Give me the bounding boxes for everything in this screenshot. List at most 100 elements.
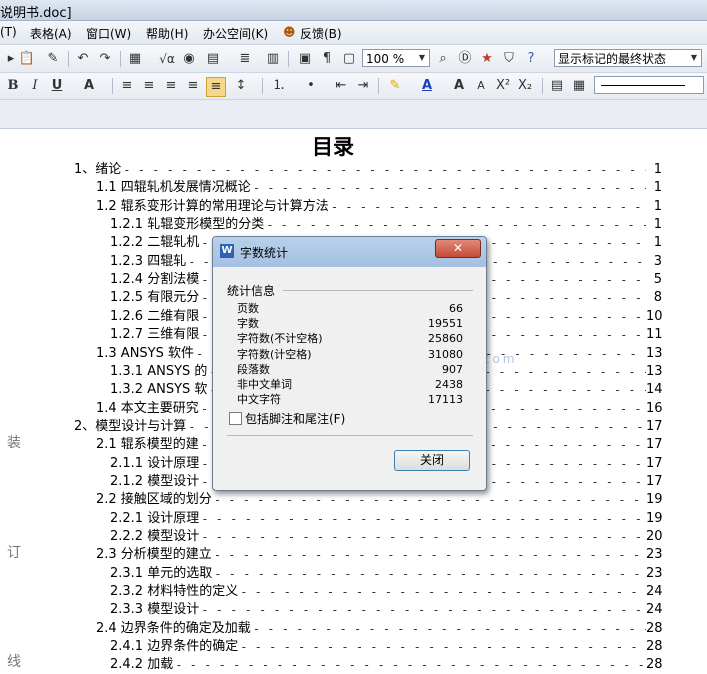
- help-icon[interactable]: ?: [522, 50, 540, 68]
- toc-entry[interactable]: 1.2 辊系变形计算的常用理论与计算方法 1: [96, 198, 662, 216]
- columns-icon[interactable]: ≣: [236, 50, 254, 68]
- subscript-button[interactable]: X₂: [516, 77, 534, 95]
- toc-entry-label: 1.1 四辊轧机发展情况概论: [96, 180, 251, 196]
- menu-help[interactable]: 帮助(H): [146, 25, 188, 42]
- dialog-titlebar[interactable]: W 字数统计 ✕: [213, 237, 486, 267]
- font-color-button[interactable]: A: [418, 77, 436, 95]
- highlight-icon[interactable]: ✎: [386, 77, 404, 95]
- stat-label: 非中文单词: [237, 378, 292, 391]
- gutter-mark: 装: [7, 435, 21, 451]
- stat-value: 17113: [428, 393, 463, 407]
- feedback-icon[interactable]: ☻: [283, 25, 296, 39]
- table-icon[interactable]: ▤: [204, 50, 222, 68]
- show-hide-icon[interactable]: ¶: [318, 50, 336, 68]
- border-icon[interactable]: ▤: [548, 77, 566, 95]
- toc-page-number: 23: [646, 565, 663, 581]
- shading-icon[interactable]: ▦: [570, 77, 588, 95]
- chart-icon[interactable]: ▥: [264, 50, 282, 68]
- bullets-icon[interactable]: •: [302, 77, 320, 95]
- align-center-icon[interactable]: ≡: [140, 77, 158, 95]
- decrease-indent-icon[interactable]: ⇤: [332, 77, 350, 95]
- distributed-align-icon[interactable]: ≡: [206, 77, 226, 97]
- italic-button[interactable]: I: [26, 77, 44, 95]
- line-spacing-icon[interactable]: ↕: [232, 77, 250, 95]
- toc-entry[interactable]: 2.4 边界条件的确定及加载 28: [96, 620, 663, 638]
- toc-entry[interactable]: 1.1 四辊轧机发展情况概论 1: [96, 179, 662, 197]
- document-map-icon[interactable]: ▣: [296, 50, 314, 68]
- menu-office-space[interactable]: 办公空间(K): [203, 25, 268, 42]
- page-title: 目录: [312, 135, 354, 159]
- toc-page-number: 8: [653, 290, 662, 306]
- toc-page-number: 19: [646, 492, 663, 508]
- toc-entry[interactable]: 2.3.1 单元的选取 23: [110, 565, 663, 583]
- window-title: 说明书.doc]: [0, 6, 72, 21]
- insert-table-icon[interactable]: ▦: [126, 50, 144, 68]
- undo-icon[interactable]: ↶: [74, 50, 92, 68]
- stat-value: 907: [442, 362, 463, 376]
- zoom-select[interactable]: 100 % ▼: [362, 49, 430, 67]
- toc-entry[interactable]: 2.4.2 加载 28: [110, 656, 663, 674]
- include-notes-checkbox[interactable]: [229, 412, 242, 425]
- toc-entry-label: 1.2.5 有限元分: [110, 290, 200, 306]
- menu-window[interactable]: 窗口(W): [86, 25, 131, 42]
- underline-button[interactable]: U: [48, 77, 66, 95]
- toc-entry[interactable]: 2.3 分析模型的建立 23: [96, 546, 663, 564]
- print-preview-icon[interactable]: ▢: [340, 50, 358, 68]
- toc-leader-dots: [201, 528, 646, 546]
- markup-view-select[interactable]: 显示标记的最终状态 ▼: [554, 49, 702, 67]
- toc-leader-dots: [123, 161, 646, 179]
- numbering-icon[interactable]: ⒈: [270, 77, 288, 95]
- toc-entry-label: 2.1.2 模型设计: [110, 473, 200, 489]
- superscript-button[interactable]: X²: [494, 77, 512, 95]
- globe-icon[interactable]: ◉: [180, 50, 198, 68]
- toc-entry[interactable]: 2.3.2 材料特性的定义 24: [110, 583, 663, 601]
- toc-page-number: 5: [653, 272, 662, 288]
- toc-entry[interactable]: 2.3.3 模型设计 24: [110, 601, 663, 619]
- stat-row: 非中文单词 2438: [237, 377, 463, 392]
- redo-icon[interactable]: ↷: [96, 50, 114, 68]
- increase-indent-icon[interactable]: ⇥: [354, 77, 372, 95]
- toc-page-number: 16: [646, 400, 663, 416]
- paste-icon[interactable]: 📋: [18, 50, 36, 68]
- toc-entry-label: 2.3.3 模型设计: [110, 602, 200, 618]
- toc-entry[interactable]: 1、绪论 1: [74, 161, 662, 179]
- toc-page-number: 13: [646, 345, 663, 361]
- star-icon[interactable]: ★: [478, 50, 496, 68]
- toc-leader-dots: [214, 546, 646, 564]
- shrink-font-button[interactable]: A: [472, 77, 490, 95]
- grow-font-button[interactable]: A: [450, 77, 468, 95]
- toc-entry[interactable]: 2.2 接触区域的划分 19: [96, 491, 663, 509]
- line-style-select[interactable]: [594, 76, 704, 94]
- char-shade-button[interactable]: A: [80, 77, 98, 95]
- toc-page-number: 24: [646, 602, 663, 618]
- format-painter-icon[interactable]: ✎: [44, 50, 62, 68]
- toc-entry-label: 2.2 接触区域的划分: [96, 492, 212, 508]
- justify-icon[interactable]: ≡: [184, 77, 202, 95]
- find-icon[interactable]: ⌕: [434, 50, 452, 68]
- toc-entry[interactable]: 1.2.1 轧辊变形模型的分类 1: [110, 216, 662, 234]
- toc-leader-dots: [201, 510, 646, 528]
- formula-icon[interactable]: √α: [158, 50, 176, 68]
- toc-leader-dots: [253, 179, 646, 197]
- menu-feedback[interactable]: 反馈(B): [300, 25, 342, 42]
- toc-entry[interactable]: 2.4.1 边界条件的确定 28: [110, 638, 663, 656]
- toc-entry[interactable]: 2.2.1 设计原理 19: [110, 510, 663, 528]
- zoom-value: 100 %: [366, 52, 405, 66]
- menu-bar: (T) 表格(A) 窗口(W) 帮助(H) 办公空间(K) ☻ 反馈(B): [0, 21, 707, 45]
- close-icon[interactable]: ✕: [435, 239, 481, 258]
- align-right-icon[interactable]: ≡: [162, 77, 180, 95]
- menu-table[interactable]: 表格(A): [30, 25, 72, 42]
- toc-entry[interactable]: 2.2.2 模型设计 20: [110, 528, 663, 546]
- align-left-icon[interactable]: ≡: [118, 77, 136, 95]
- shirt-icon[interactable]: ⛉: [500, 50, 518, 68]
- close-button[interactable]: 关闭: [394, 450, 470, 471]
- toc-page-number: 17: [646, 473, 663, 489]
- menu-tools[interactable]: (T): [0, 25, 17, 39]
- bold-button[interactable]: B: [4, 77, 22, 95]
- stat-label: 字符数(不计空格): [237, 332, 323, 346]
- toc-leader-dots: [214, 565, 646, 583]
- stat-row: 字符数(计空格) 31080: [237, 347, 463, 362]
- toc-page-number: 1: [653, 235, 662, 251]
- include-notes-label[interactable]: 包括脚注和尾注(F): [245, 410, 345, 427]
- word-count-icon[interactable]: Ⓓ: [456, 50, 474, 68]
